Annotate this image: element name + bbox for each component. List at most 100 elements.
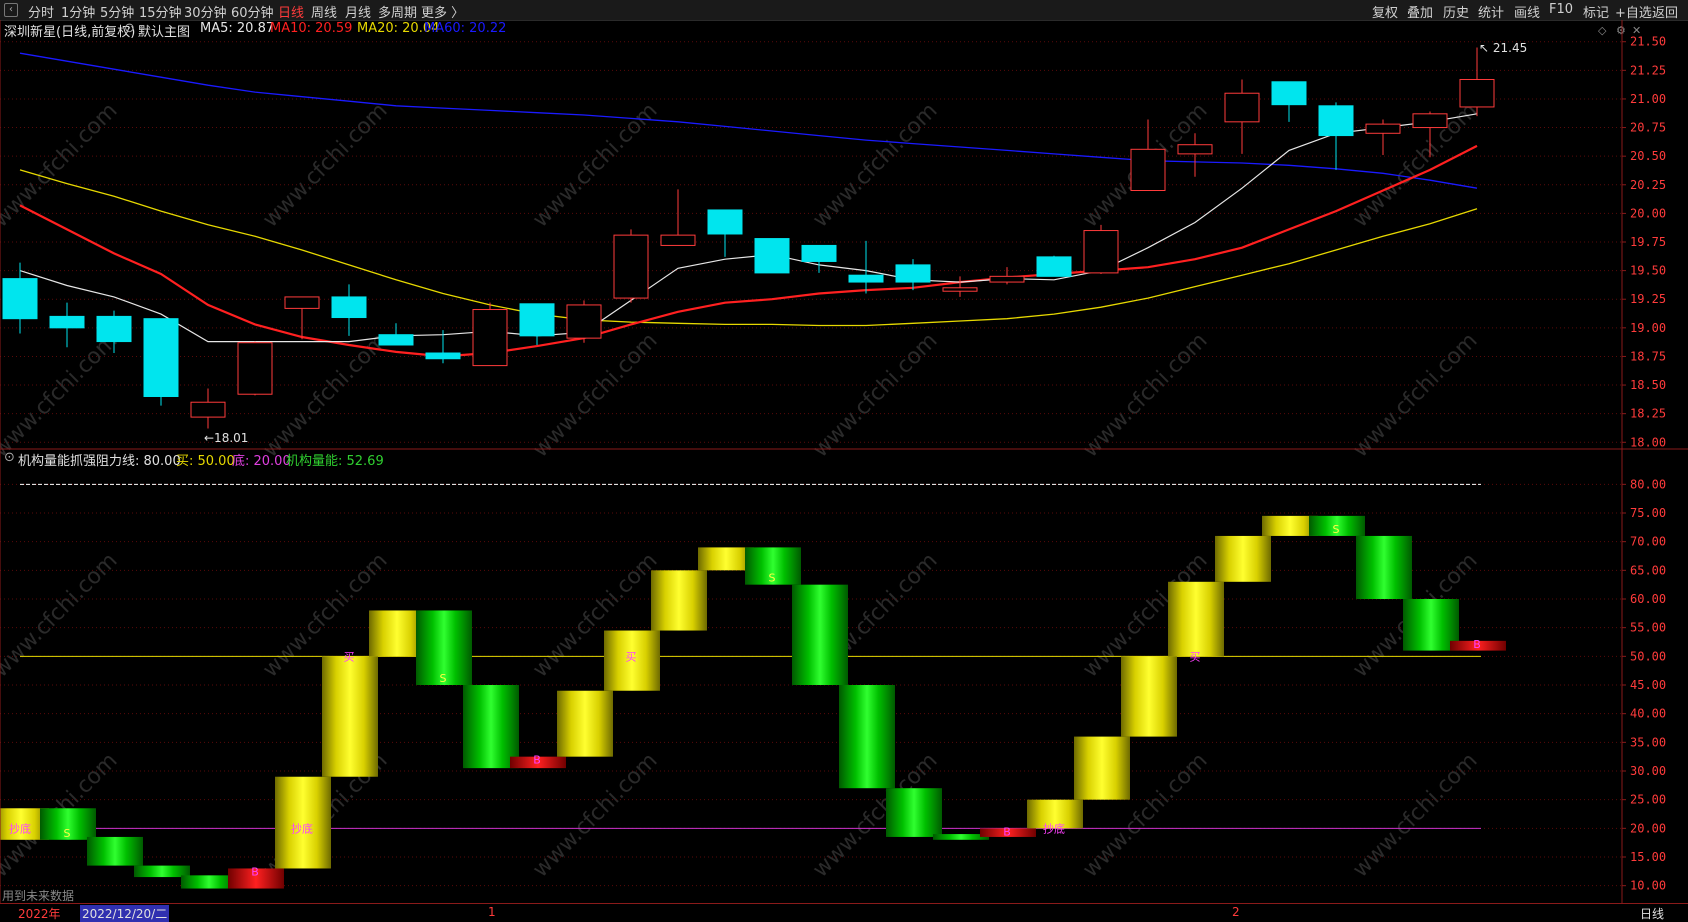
candle-down xyxy=(848,274,884,283)
signal-label: B xyxy=(251,865,259,878)
sub-axis-label: 70.00 xyxy=(1630,535,1666,549)
sub-axis-label: 55.00 xyxy=(1630,621,1666,635)
candle-up xyxy=(472,309,508,367)
sub-axis-label: 10.00 xyxy=(1630,879,1666,893)
watermark-text: www.cfchi.com xyxy=(528,98,662,232)
signal-label: S xyxy=(1333,523,1340,536)
sub-axis-label: 15.00 xyxy=(1630,850,1666,864)
signal-label: 买 xyxy=(344,650,355,663)
energy-bar-yellow xyxy=(1215,535,1271,582)
period-label: 日线 xyxy=(1640,907,1665,921)
signal-label: B xyxy=(1003,825,1011,838)
candle-down xyxy=(1318,105,1354,137)
low-price-mark: ←18.01 xyxy=(204,430,249,445)
price-axis-label: 19.75 xyxy=(1630,235,1666,249)
candle-down xyxy=(96,315,132,343)
sub-axis-label: 65.00 xyxy=(1630,563,1666,577)
energy-bar-green xyxy=(886,788,942,837)
signal-label: S xyxy=(769,572,776,585)
candle-down xyxy=(49,315,85,329)
energy-bar-yellow xyxy=(322,656,378,777)
candle-up xyxy=(1412,113,1448,129)
price-axis-label: 21.25 xyxy=(1630,63,1666,77)
watermark-text: www.cfchi.com xyxy=(258,98,392,232)
watermark-text: www.cfchi.com xyxy=(808,98,942,232)
watermark-text: www.cfchi.com xyxy=(1348,748,1482,882)
candle-down xyxy=(707,209,743,235)
price-axis-label: 20.25 xyxy=(1630,178,1666,192)
signal-label: 买 xyxy=(1190,650,1201,663)
candle-up xyxy=(1365,123,1401,134)
candle-up xyxy=(1083,230,1119,274)
candle-down xyxy=(2,278,38,320)
watermark-text: www.cfchi.com xyxy=(528,748,662,882)
ma5-line xyxy=(19,113,1478,343)
sub-axis-label: 45.00 xyxy=(1630,678,1666,692)
candle-up xyxy=(1177,144,1213,155)
energy-bar-yellow xyxy=(1168,581,1224,657)
price-axis-label: 21.00 xyxy=(1630,92,1666,106)
candle-up xyxy=(989,275,1025,283)
candle-up xyxy=(660,234,696,246)
sub-axis-label: 50.00 xyxy=(1630,649,1666,663)
price-axis-label: 20.00 xyxy=(1630,206,1666,220)
candle-down xyxy=(895,264,931,283)
candle-up xyxy=(284,296,320,309)
candle-up xyxy=(942,287,978,292)
candle-down xyxy=(519,303,555,337)
candle-down xyxy=(801,244,837,262)
sub-axis-label: 20.00 xyxy=(1630,821,1666,835)
signal-label: 抄底 xyxy=(1043,821,1065,835)
future-data-note: 用到未来数据 xyxy=(2,889,75,903)
energy-bar-yellow xyxy=(1074,736,1130,800)
energy-bar-green xyxy=(792,584,848,685)
price-axis-label: 18.00 xyxy=(1630,435,1666,449)
price-axis-label: 18.50 xyxy=(1630,378,1666,392)
signal-label: 抄底 xyxy=(291,821,313,835)
cursor-date: 2022/12/20/二 xyxy=(80,905,170,922)
energy-bar-green xyxy=(463,685,519,769)
candle-up xyxy=(1459,78,1495,108)
sub-axis-label: 25.00 xyxy=(1630,793,1666,807)
sub-axis-label: 30.00 xyxy=(1630,764,1666,778)
stock-chart-canvas[interactable]: www.cfchi.com www.cfchi.com www.cfchi.com w… xyxy=(0,0,1688,903)
month-1-label: 1 xyxy=(488,905,496,919)
candle-up xyxy=(1224,92,1260,123)
sub-axis-label: 60.00 xyxy=(1630,592,1666,606)
signal-label: S xyxy=(64,827,71,840)
energy-bar-yellow xyxy=(557,690,613,757)
candle-up xyxy=(190,401,226,418)
candle-down xyxy=(425,352,461,360)
candle-down xyxy=(143,318,179,397)
energy-bar-green xyxy=(839,685,895,789)
watermark-text: www.cfchi.com xyxy=(0,98,123,232)
signal-label: 买 xyxy=(626,650,637,663)
price-axis-label: 19.25 xyxy=(1630,292,1666,306)
price-axis-label: 21.50 xyxy=(1630,35,1666,49)
candle-up xyxy=(1130,148,1166,192)
signal-label: B xyxy=(1473,638,1481,651)
sub-axis-label: 75.00 xyxy=(1630,506,1666,520)
price-axis-label: 18.75 xyxy=(1630,349,1666,363)
sub-axis-label: 40.00 xyxy=(1630,707,1666,721)
time-axis: 2022年 2022/12/20/二 1 2 日线 xyxy=(0,903,1688,922)
ma20-line xyxy=(19,169,1478,327)
price-axis-label: 19.00 xyxy=(1630,321,1666,335)
sub-axis-label: 35.00 xyxy=(1630,735,1666,749)
price-axis-label: 18.25 xyxy=(1630,407,1666,421)
energy-bar-yellow xyxy=(651,570,707,631)
candle-down xyxy=(1271,81,1307,106)
candle-down xyxy=(1036,256,1072,277)
sub-axis-label: 80.00 xyxy=(1630,477,1666,491)
energy-bar-yellow xyxy=(1121,656,1177,737)
candle-up xyxy=(566,304,602,339)
signal-label: S xyxy=(440,672,447,685)
candle-up xyxy=(237,342,273,395)
signal-label: B xyxy=(533,754,541,767)
year-label: 2022年 xyxy=(18,907,61,921)
price-axis-label: 19.50 xyxy=(1630,264,1666,278)
watermark-text: www.cfchi.com xyxy=(0,548,123,682)
month-2-label: 2 xyxy=(1232,905,1240,919)
price-axis-label: 20.75 xyxy=(1630,121,1666,135)
energy-bar-green xyxy=(87,836,143,866)
